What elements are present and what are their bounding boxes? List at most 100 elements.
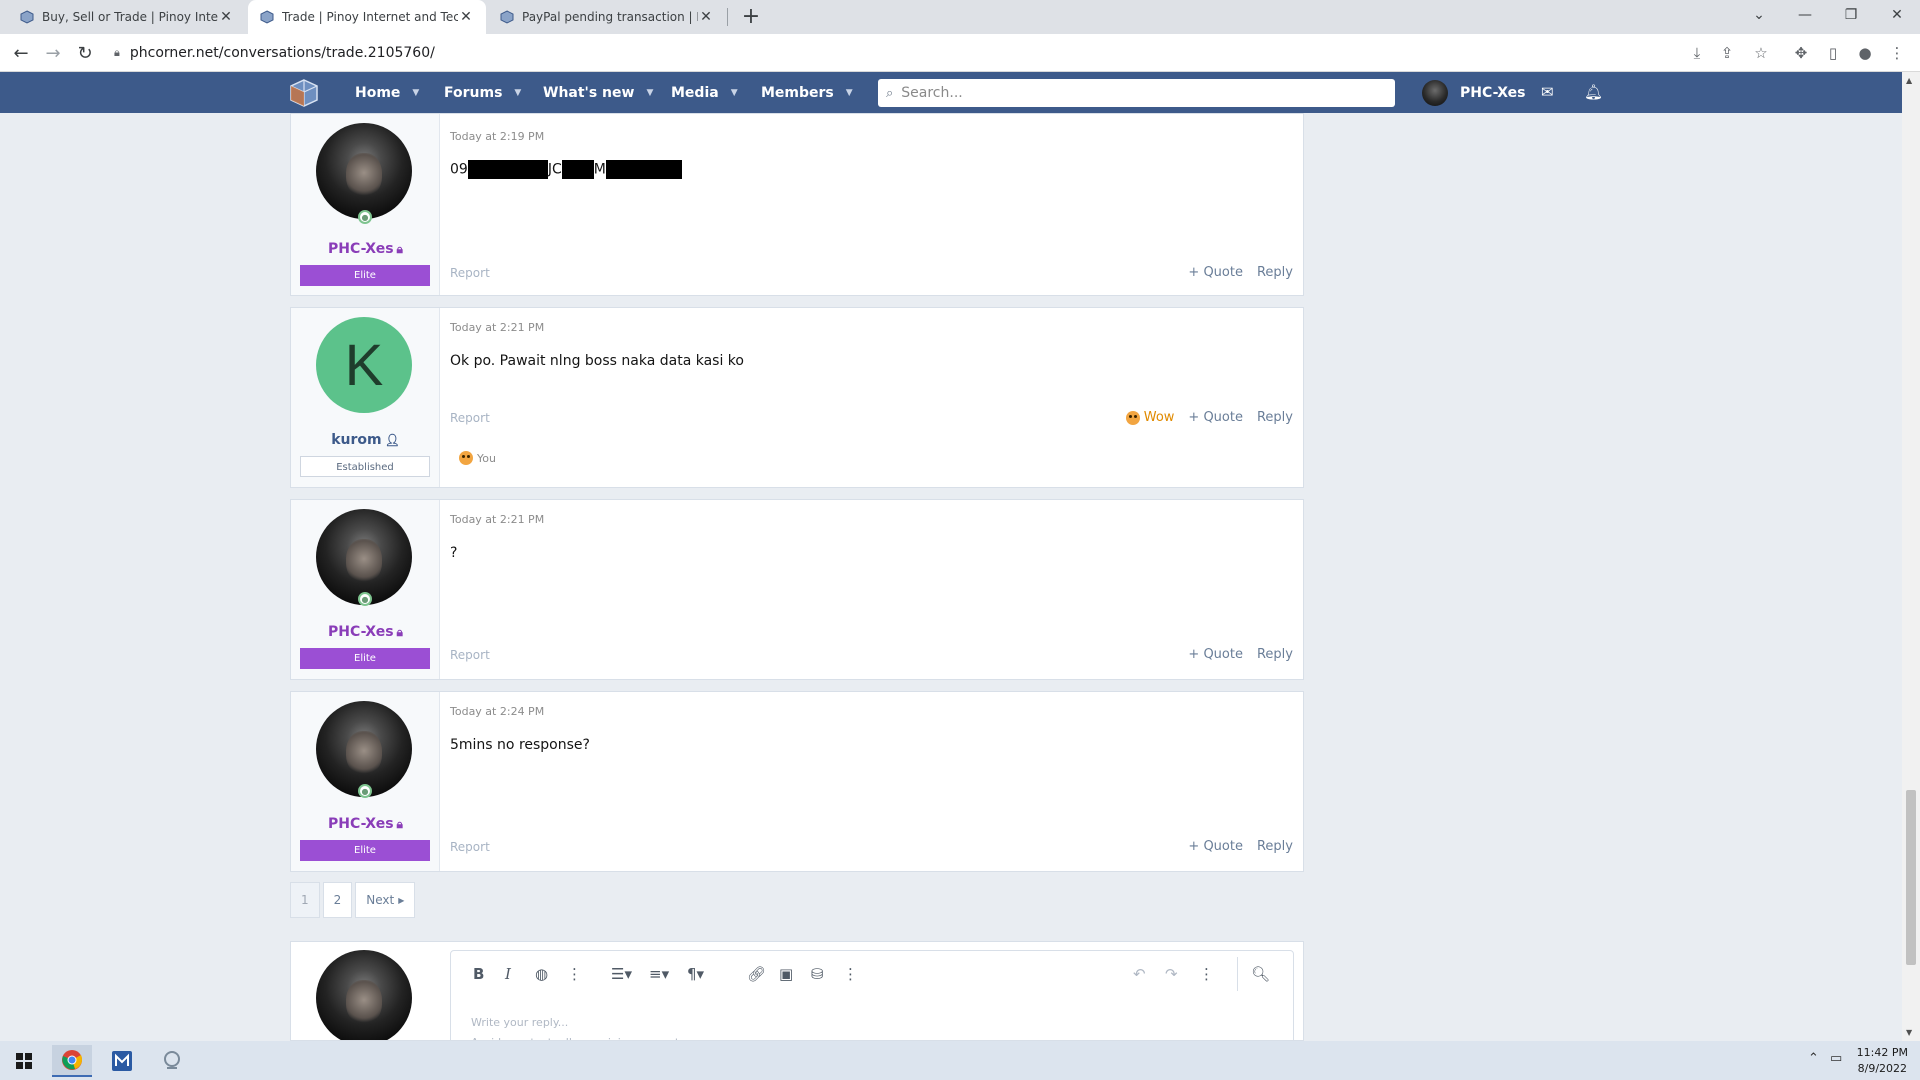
caret-down-icon[interactable]: ▼	[846, 88, 853, 98]
quote-button[interactable]: + Quote	[1188, 410, 1243, 425]
quote-button[interactable]: + Quote	[1188, 647, 1243, 662]
profile-icon[interactable]: ●	[1854, 42, 1876, 64]
username[interactable]: PHC-Xes 🔒︎	[291, 816, 440, 832]
username[interactable]: PHC-Xes 🔒︎	[291, 241, 440, 257]
reply-editor[interactable]: B I ◍ ⋮ ☰▾ ≡▾ ¶▾ 🔗︎ ▣ ⛁ ⋮ ↶ ↷ ⋮ 🔍︎ Write…	[450, 950, 1294, 1040]
message-user-pane: K kurom 👤︎ Established	[291, 308, 440, 487]
bookmark-star-icon[interactable]: ☆	[1750, 42, 1772, 64]
chrome-taskbar-icon[interactable]	[52, 1045, 92, 1077]
media-insert-icon[interactable]: ⛁	[811, 965, 824, 983]
reply-button[interactable]: Reply	[1257, 265, 1293, 280]
scrollbar-thumb[interactable]	[1906, 790, 1916, 965]
inbox-envelope-icon[interactable]: ✉	[1541, 83, 1554, 101]
tab-paypal-pending[interactable]: PayPal pending transaction | Pino ✕	[488, 0, 726, 34]
address-bar[interactable]: 🔒︎ phcorner.net/conversations/trade.2105…	[108, 40, 1428, 66]
side-panel-icon[interactable]: ▯	[1822, 42, 1844, 64]
username[interactable]: PHC-Xes 🔒︎	[291, 624, 440, 640]
link-icon[interactable]: 🔗︎	[747, 965, 766, 983]
nav-whats-new[interactable]: What's new ▼	[543, 72, 653, 113]
more-options-kebab-icon[interactable]: ⋮	[567, 965, 582, 983]
message-timestamp[interactable]: Today at 2:21 PM	[450, 513, 544, 526]
avatar[interactable]	[316, 123, 412, 219]
reply-button[interactable]: Reply	[1257, 647, 1293, 662]
back-arrow-icon[interactable]: ←	[8, 40, 34, 66]
next-page-button[interactable]: Next ▶	[355, 882, 416, 918]
system-clock[interactable]: 11:42 PM 8/9/2022	[1857, 1045, 1908, 1077]
report-link[interactable]: Report	[450, 266, 490, 280]
scroll-down-arrow-icon[interactable]: ▼	[1906, 1028, 1912, 1037]
tab-close-icon[interactable]: ✕	[218, 9, 234, 25]
tab-close-icon[interactable]: ✕	[458, 9, 474, 25]
report-link[interactable]: Report	[450, 648, 490, 662]
username[interactable]: kurom 👤︎	[291, 432, 440, 448]
scroll-up-arrow-icon[interactable]: ▲	[1906, 76, 1912, 85]
caret-down-icon[interactable]: ▼	[646, 88, 653, 98]
tab-search-chevron-icon[interactable]: ⌄	[1736, 0, 1782, 30]
message-body: ?	[450, 545, 458, 561]
reply-button[interactable]: Reply	[1257, 410, 1293, 425]
quote-button[interactable]: + Quote	[1188, 265, 1243, 280]
network-icon[interactable]: ▭	[1830, 1051, 1842, 1066]
avatar[interactable]: K	[316, 317, 412, 413]
search-input[interactable]	[901, 85, 1372, 101]
mail-app-taskbar-icon[interactable]	[102, 1045, 142, 1077]
plus-icon: +	[1188, 410, 1204, 425]
reply-button[interactable]: Reply	[1257, 839, 1293, 854]
reactions-bar[interactable]: You	[459, 451, 496, 465]
tab-buy-sell-trade[interactable]: Buy, Sell or Trade | Pinoy Internet ✕	[8, 0, 246, 34]
windows-start-icon[interactable]	[4, 1045, 44, 1077]
forward-arrow-icon[interactable]: →	[40, 40, 66, 66]
report-link[interactable]: Report	[450, 840, 490, 854]
list-icon[interactable]: ☰▾	[611, 965, 632, 983]
redaction-block	[467, 160, 548, 179]
restore-icon[interactable]: ❐	[1828, 0, 1874, 30]
share-icon[interactable]: ⇪	[1716, 42, 1738, 64]
caret-down-icon[interactable]: ▼	[731, 88, 738, 98]
nav-forums[interactable]: Forums ▼	[444, 72, 521, 113]
message-timestamp[interactable]: Today at 2:19 PM	[450, 130, 544, 143]
preview-icon[interactable]: 🔍︎	[1251, 965, 1270, 983]
message-timestamp[interactable]: Today at 2:24 PM	[450, 705, 544, 718]
undo-icon[interactable]: ↶	[1133, 965, 1146, 983]
nav-media[interactable]: Media ▼	[671, 72, 738, 113]
phcorner-logo-icon[interactable]	[288, 78, 320, 108]
minimize-icon[interactable]: —	[1782, 0, 1828, 30]
message-timestamp[interactable]: Today at 2:21 PM	[450, 321, 544, 334]
italic-icon[interactable]: I	[505, 965, 511, 983]
app-taskbar-icon[interactable]	[152, 1045, 192, 1077]
nav-home[interactable]: Home ▼	[355, 72, 419, 113]
avatar[interactable]	[316, 509, 412, 605]
new-tab-plus-icon[interactable]: +	[738, 4, 764, 29]
header-username[interactable]: PHC-Xes	[1460, 72, 1526, 113]
window-close-icon[interactable]: ✕	[1874, 0, 1920, 30]
alerts-bell-icon[interactable]: 🔔︎	[1584, 83, 1603, 101]
caret-down-icon[interactable]: ▼	[514, 88, 521, 98]
reaction-wow-button[interactable]: Wow	[1125, 410, 1174, 425]
tab-close-icon[interactable]: ✕	[698, 9, 714, 25]
site-search[interactable]: ⌕	[878, 79, 1395, 107]
report-link[interactable]: Report	[450, 411, 490, 425]
page-link-2[interactable]: 2	[322, 882, 353, 918]
message-text-part: M	[593, 161, 606, 178]
browser-menu-kebab-icon[interactable]: ⋮	[1886, 42, 1908, 64]
quote-button[interactable]: + Quote	[1188, 839, 1243, 854]
text-color-palette-icon[interactable]: ◍	[535, 965, 548, 983]
show-hidden-icons-chevron-icon[interactable]: ⌃	[1808, 1051, 1819, 1066]
header-avatar[interactable]	[1422, 80, 1448, 106]
redo-icon[interactable]: ↷	[1165, 965, 1178, 983]
more-options-kebab-icon[interactable]: ⋮	[1199, 965, 1214, 983]
page-link-1[interactable]: 1	[290, 882, 320, 918]
more-options-kebab-icon[interactable]: ⋮	[843, 965, 858, 983]
reload-icon[interactable]: ↻	[72, 40, 98, 66]
extensions-puzzle-icon[interactable]: ✥	[1790, 42, 1812, 64]
caret-down-icon[interactable]: ▼	[412, 88, 419, 98]
nav-members[interactable]: Members ▼	[761, 72, 853, 113]
align-icon[interactable]: ≡▾	[649, 965, 669, 983]
install-app-icon[interactable]: ⤓	[1686, 42, 1708, 64]
paragraph-icon[interactable]: ¶▾	[687, 965, 704, 983]
bold-icon[interactable]: B	[473, 965, 484, 983]
browser-tab-bar: Buy, Sell or Trade | Pinoy Internet ✕ Tr…	[0, 0, 1920, 34]
image-icon[interactable]: ▣	[779, 965, 793, 983]
tab-trade[interactable]: Trade | Pinoy Internet and Techno ✕	[248, 0, 486, 34]
avatar[interactable]	[316, 701, 412, 797]
